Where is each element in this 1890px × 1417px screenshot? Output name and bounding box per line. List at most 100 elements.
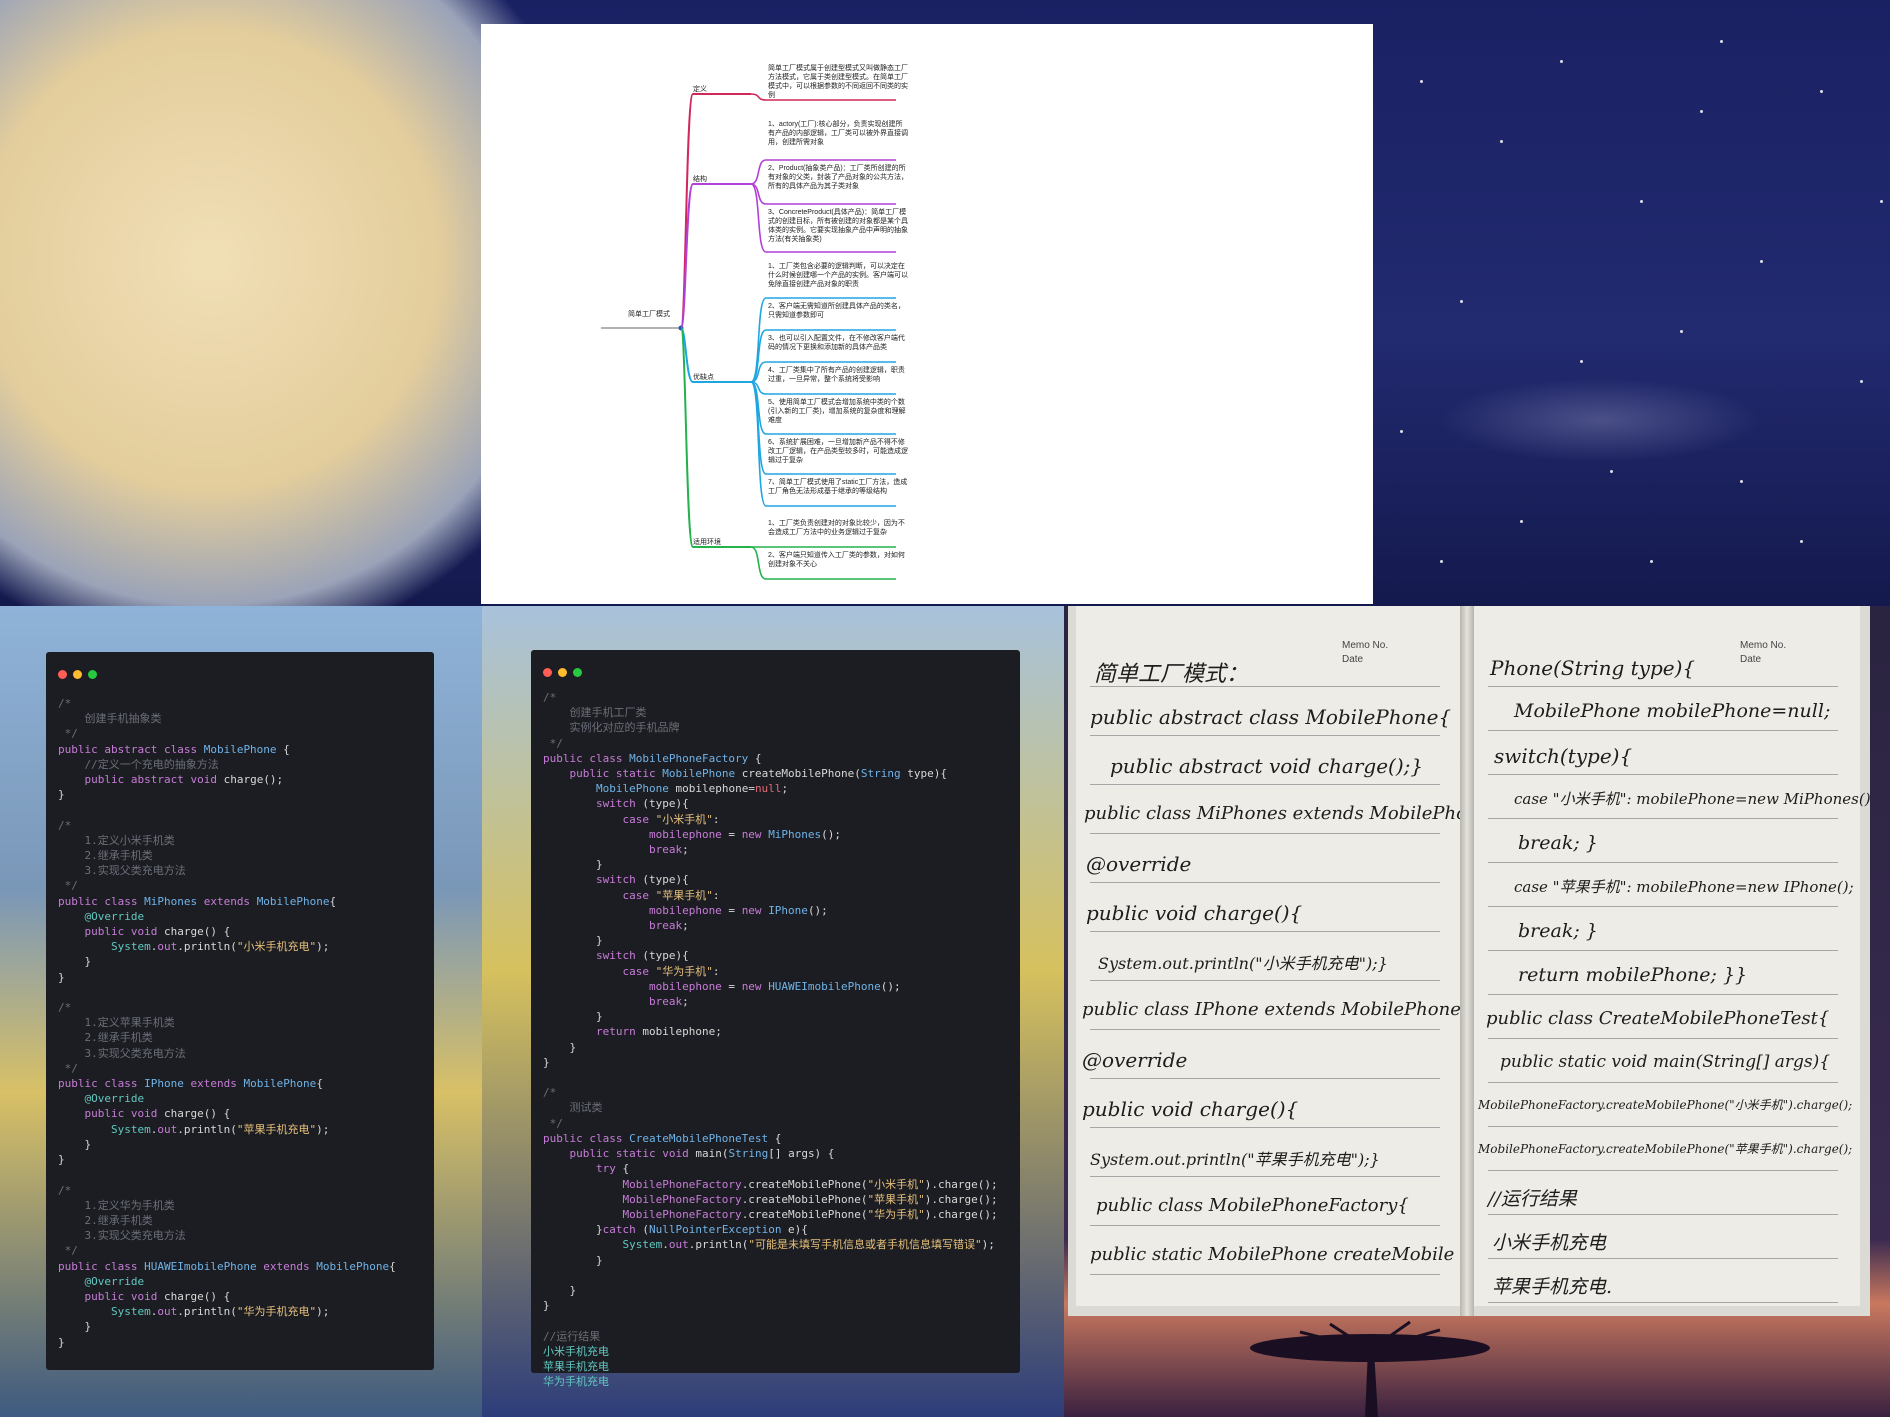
minimize-dot-icon[interactable] [73,670,82,679]
code-line: } [58,1137,396,1152]
code-token: MobilePhone [316,1259,390,1273]
code-token: .println( [177,940,237,954]
close-dot-icon[interactable] [58,670,67,679]
handwritten-line: switch(type){ [1494,744,1633,768]
code-line: /* [543,1085,998,1100]
notebook-rule-line [1488,906,1838,907]
code-token: 创建手机抽象类 [58,712,162,726]
star [1720,40,1723,43]
star [1880,200,1883,203]
code-token: MobilePhone [243,1077,317,1091]
handwritten-notebook: Memo No. Date 简单工厂模式： public abstract cla… [1068,606,1870,1316]
handwritten-line: @override [1086,852,1192,876]
code-line: public abstract class MobilePhone { [58,742,396,757]
code-token: ).charge(); [924,1192,998,1206]
code-token: 创建手机工厂类 [543,706,647,720]
code-token: (); [821,827,842,841]
code-token: ).charge(); [924,1177,998,1191]
mind-map-node-text: 2、Product(抽象类产品)：工厂类所创建的所有对象的父类，封装了产品对象的… [768,165,908,190]
code-token: @Override [58,1274,145,1288]
code-token: public static void [543,1147,696,1161]
minimize-dot-icon[interactable] [558,668,567,677]
notebook-rule-line [1488,818,1838,819]
code-token: MobilePhoneFactory [629,751,749,765]
mind-map-node-text: 2、客户端只知道传入工厂类的参数，对如何创建对象不关心 [768,552,905,568]
code-token: //运行结果 [543,1329,601,1343]
code-token: mobilephone [543,827,722,841]
code-token: /* [58,818,72,832]
code-token: MobilePhoneFactory [543,1207,742,1221]
code-token: extends [197,894,257,908]
code-token: { [329,894,337,908]
code-token: out [157,940,178,954]
handwritten-line: public void charge(){ [1082,1097,1299,1121]
mind-map-connector [680,183,751,329]
star [1860,380,1863,383]
code-token: mobilephone [543,903,722,917]
code-token: 3.实现父类充电方法 [58,1229,186,1243]
handwritten-line: public class MobilePhoneFactory{ [1096,1195,1409,1216]
handwritten-line: //运行结果 [1488,1188,1577,1210]
mind-map-branch-label: 适用环境 [693,539,721,546]
code-token: MobilePhone [256,894,330,908]
code-line: mobilephone = new IPhone(); [543,903,998,918]
code-line: } [543,1253,998,1268]
notebook-rule-line [1488,1126,1838,1127]
code-line: public static MobilePhone createMobilePh… [543,766,998,781]
code-token: */ [543,736,563,750]
code-token: public abstract class [58,742,204,756]
code-token: 华为手机充电 [543,1375,609,1389]
code-token: : [712,964,720,978]
code-token: */ [58,1244,78,1258]
code-token: "可能是未填写手机信息或者手机信息填写错误" [748,1238,982,1252]
code-line: break; [543,994,998,1009]
code-token: extends [183,1077,244,1091]
code-line: //运行结果 [543,1329,998,1344]
handwritten-line: public class CreateMobilePhoneTest{ [1486,1008,1830,1029]
code-token: (type){ [642,949,689,963]
code-line: 3.实现父类充电方法 [58,1228,396,1243]
code-token: CreateMobilePhoneTest [629,1131,769,1145]
code-token: = [721,979,742,993]
code-token: case [543,812,656,826]
code-token: */ [58,879,78,893]
maximize-dot-icon[interactable] [88,670,97,679]
code-line: } [543,1040,998,1055]
code-token: switch [543,873,643,887]
code-line: } [58,787,396,802]
code-token: HUAWEImobilePhone [768,979,881,993]
code-token: return [543,1025,643,1039]
code-line: @Override [58,1091,396,1106]
handwritten-line: break; } [1518,920,1598,942]
close-dot-icon[interactable] [543,668,552,677]
star [1520,520,1523,523]
code-token: { [748,751,762,765]
code-token: public class [58,894,145,908]
code-line: public class HUAWEImobilePhone extends M… [58,1259,396,1274]
code-line: 1.定义苹果手机类 [58,1015,396,1030]
code-token: ); [316,940,330,954]
maximize-dot-icon[interactable] [573,668,582,677]
code-block-left: /* 创建手机抽象类 */ public abstract class Mobil… [58,696,396,1350]
code-token: .createMobilePhone( [741,1177,868,1191]
code-token: } [543,1253,603,1267]
code-line: 创建手机抽象类 [58,711,396,726]
code-line: System.out.println("苹果手机充电"); [58,1122,396,1137]
code-line: 创建手机工厂类 [543,705,998,720]
code-token: /* [58,697,72,710]
code-line: } [58,1319,396,1334]
code-token: 3.实现父类充电方法 [58,864,186,878]
code-line: /* [58,1000,396,1015]
code-token: charge(); [223,773,284,787]
code-token: IPhone [144,1077,184,1091]
code-token: null [754,782,782,796]
code-line: 苹果手机充电 [543,1359,998,1374]
code-line: return mobilephone; [543,1024,998,1039]
mind-map-connectors [601,93,896,580]
code-line: public class IPhone extends MobilePhone{ [58,1076,396,1091]
code-token: switch [543,797,643,811]
code-token: } [543,1299,550,1313]
star [1650,560,1653,563]
